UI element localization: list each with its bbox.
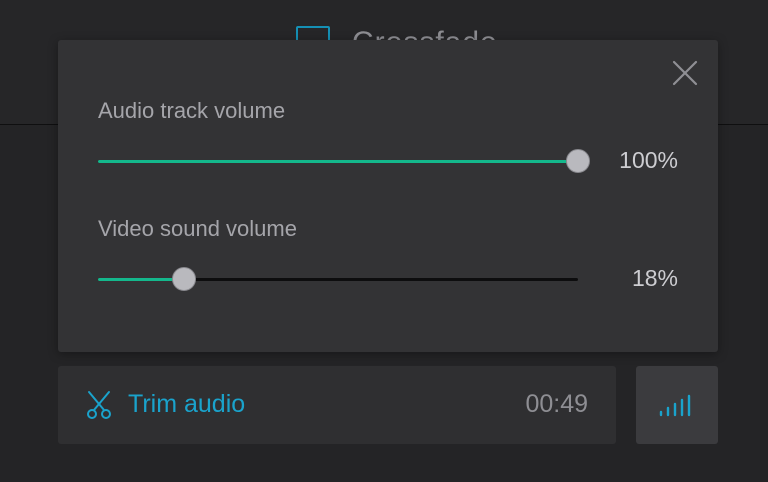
audio-track-volume-value: 100% [619,147,678,173]
volume-bars-icon [659,394,691,417]
close-button[interactable] [670,58,700,88]
audio-track-volume-label: Audio track volume [98,98,286,123]
video-sound-volume-value: 18% [631,265,678,291]
video-sound-volume-label: Video sound volume [98,216,297,241]
audio-track-volume-slider[interactable] [98,149,590,173]
volume-dialog: Audio track volume 100% Video sound volu… [58,40,718,352]
scissors-icon [87,391,111,419]
video-sound-volume-thumb[interactable] [172,267,197,291]
audio-track-volume-thumb[interactable] [566,149,590,173]
volume-button[interactable] [636,366,718,444]
trim-audio-button[interactable]: Trim audio 00:49 [58,366,616,444]
trim-audio-label: Trim audio [128,390,246,418]
video-sound-volume-slider[interactable] [98,267,578,291]
audio-duration: 00:49 [525,390,588,418]
audio-track-volume-fill [98,160,578,163]
close-icon [672,60,698,86]
